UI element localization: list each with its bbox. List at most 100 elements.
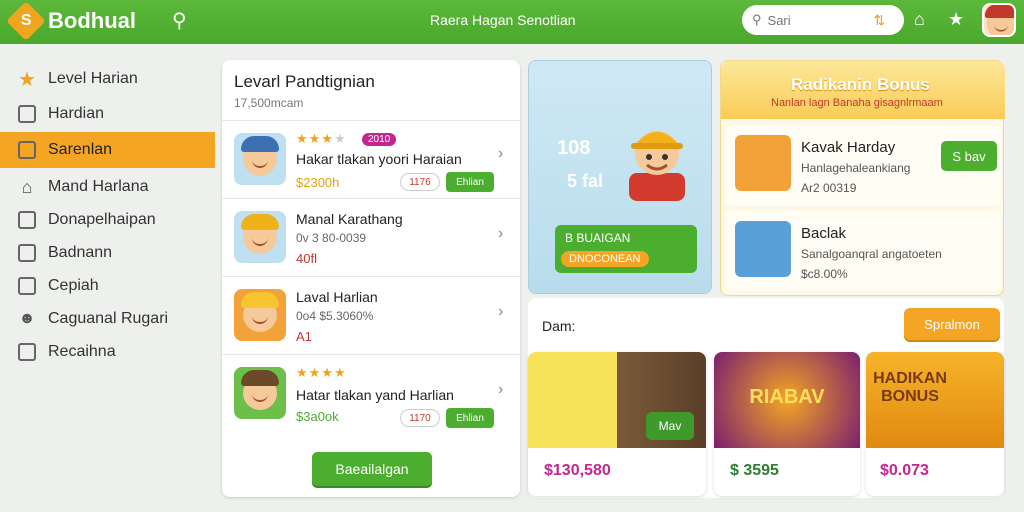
hero-number: 108 (557, 137, 591, 159)
search-icon[interactable]: ⚲ (172, 8, 187, 33)
square-icon (18, 105, 36, 123)
character-thumbnail (234, 367, 286, 419)
sidebar-item-label: Mand Harlana (48, 178, 149, 195)
sidebar-item-label: Caguanal Rugari (48, 310, 169, 327)
sidebar-item-label: Recaihna (48, 343, 116, 360)
hero-button-label: B BUAIGAN (565, 231, 631, 245)
chat-icon (18, 343, 36, 361)
offer-subtitle: Sanalgoanqral angatoeten (801, 247, 942, 261)
box-icon (18, 211, 36, 229)
sidebar-item-label: Sarenlan (48, 141, 113, 158)
offer-buy-button[interactable]: S bav (941, 141, 997, 171)
quantity-stepper[interactable]: 1176 (400, 173, 440, 191)
bonus-card: Radikanin Bonus Nanlan lagn Banaha gisag… (720, 60, 1005, 296)
chevron-right-icon: › (498, 225, 504, 242)
sidebar-item-badnann[interactable]: Badnann (0, 236, 215, 270)
chevron-right-icon: › (498, 145, 504, 162)
offer-subtitle: Hanlagehaleankiang (801, 161, 911, 175)
promo-price: $0.073 (880, 462, 929, 479)
sidebar-item-label: Hardian (48, 105, 105, 122)
avatar[interactable] (982, 3, 1016, 37)
page-title: Raera Hagan Senotlian (430, 12, 576, 28)
claim-button[interactable]: Ehlian (446, 408, 494, 428)
rating-stars: ★★★★ (296, 365, 347, 380)
bonus-subtitle: Nanlan lagn Banaha gisagnlrmaam (771, 97, 943, 109)
sidebar-item-cepiah[interactable]: Cepiah (0, 269, 215, 303)
offer-title: Kavak Harday (801, 139, 896, 156)
list-item[interactable]: ★★★★ Hatar tlakan yand Harlian $3a0ok 11… (222, 354, 520, 432)
claim-button[interactable]: Ehlian (446, 172, 494, 192)
promo-price: $130,580 (544, 462, 611, 479)
promo-tile-button[interactable]: Mav (646, 412, 694, 440)
sidebar-item-hardian[interactable]: Hardian (0, 97, 215, 131)
sidebar-item-caguanal-rugari[interactable]: ☻ Caguanal Rugari (0, 302, 215, 336)
promo-tile-word: RIABAV (749, 386, 825, 408)
edit-icon (18, 244, 36, 262)
character-thumbnail (234, 289, 286, 341)
promo-price: $ 3595 (730, 462, 779, 479)
item-detail: 0o4 $5.3060% (296, 309, 374, 323)
search-field[interactable]: ⚲ ⇅ (742, 5, 904, 35)
promo-tile-word: HADIKAN BONUS (873, 370, 947, 405)
bonus-title: Radikanin Bonus (791, 75, 930, 94)
hero-action-button[interactable]: B BUAIGAN DNOCONEAN (555, 225, 697, 273)
offer-item[interactable]: Kavak Harday Hanlagehaleankiang Ar2 0031… (725, 125, 1001, 205)
logo-icon: S (6, 1, 46, 41)
mascot-character (625, 117, 689, 201)
app-logo[interactable]: S Bodhual (6, 1, 136, 41)
promo-tile[interactable]: RIABAV $ 3595 (714, 352, 860, 496)
status-badge: 2010 (362, 133, 397, 146)
hero-banner: 108 5 fal B BUAIGAN DNOCONEAN (528, 60, 712, 294)
offer-value: Ar2 00319 (801, 181, 857, 195)
chevron-right-icon: › (498, 303, 504, 320)
item-name: Laval Harlian (296, 289, 378, 305)
app-name: Bodhual (48, 8, 136, 33)
character-thumbnail (234, 133, 286, 185)
waffle-icon (735, 135, 791, 191)
filter-icon[interactable]: ⇅ (874, 12, 886, 29)
item-detail: 0v 3 80-0039 (296, 231, 367, 245)
rating-stars: ★★★★ (296, 131, 347, 146)
load-more-button[interactable]: Baeailalgan (312, 452, 432, 486)
home-icon[interactable]: ⌂ (914, 9, 925, 30)
item-name: Hakar tlakan yoori Haraian (296, 151, 462, 167)
item-price: $2300h (296, 175, 340, 190)
item-price: $3a0ok (296, 409, 339, 424)
list-title: Levarl Pandtignian (234, 72, 375, 91)
sidebar-item-recaihna[interactable]: Recaihna (0, 335, 215, 369)
sidebar-item-level-harian[interactable]: ★ Level Harian (0, 62, 215, 96)
hero-number-secondary: 5 fal (567, 171, 604, 191)
list-item[interactable]: ★★★★ 2010 Hakar tlakan yoori Haraian $23… (222, 120, 520, 198)
promo-button[interactable]: Spralmon (904, 308, 1000, 340)
list-item[interactable]: Laval Harlian 0o4 $5.3060% A1 › (222, 276, 520, 354)
item-price: A1 (296, 329, 312, 344)
hero-button-sublabel: DNOCONEAN (561, 251, 649, 267)
promo-label: Dam: (542, 318, 576, 334)
sidebar-item-label: Donapelhaipan (48, 211, 156, 228)
sidebar: ★ Level Harian Hardian Sarenlan ⌂ Mand Har… (0, 52, 215, 512)
bonus-header: Radikanin Bonus Nanlan lagn Banaha gisag… (721, 61, 1005, 119)
level-list-card: Levarl Pandtignian 17,500mcam ★★★★ 2010 … (222, 60, 520, 497)
star-icon: ★ (18, 68, 36, 91)
offer-value: $c8.00% (801, 267, 848, 281)
chevron-right-icon: › (498, 381, 504, 398)
sidebar-item-label: Cepiah (48, 277, 99, 294)
home-icon: ⌂ (21, 176, 33, 197)
user-icon: ☻ (18, 310, 36, 327)
sidebar-item-donapelhaipan[interactable]: Donapelhaipan (0, 203, 215, 237)
quantity-stepper[interactable]: 1170 (400, 409, 440, 427)
character-thumbnail (234, 211, 286, 263)
star-notification-icon[interactable]: ★ (948, 9, 964, 30)
list-icon (18, 277, 36, 295)
sidebar-item-sarenlan[interactable]: Sarenlan (0, 132, 215, 168)
offer-item[interactable]: Baclak Sanalgoanqral angatoeten $c8.00% (725, 211, 1001, 291)
list-item[interactable]: Manal Karathang 0v 3 80-0039 40fl › (222, 198, 520, 276)
promo-tile[interactable]: HADIKAN BONUS $0.073 (866, 352, 1004, 496)
sidebar-item-label: Level Harian (48, 70, 138, 87)
search-input[interactable] (767, 12, 868, 28)
sidebar-item-mand-harlana[interactable]: ⌂ Mand Harlana (0, 170, 215, 204)
list-subtitle: 17,500mcam (234, 96, 304, 110)
item-name: Manal Karathang (296, 211, 403, 227)
item-name: Hatar tlakan yand Harlian (296, 387, 454, 403)
promo-tile[interactable]: Mav $130,580 (528, 352, 706, 496)
